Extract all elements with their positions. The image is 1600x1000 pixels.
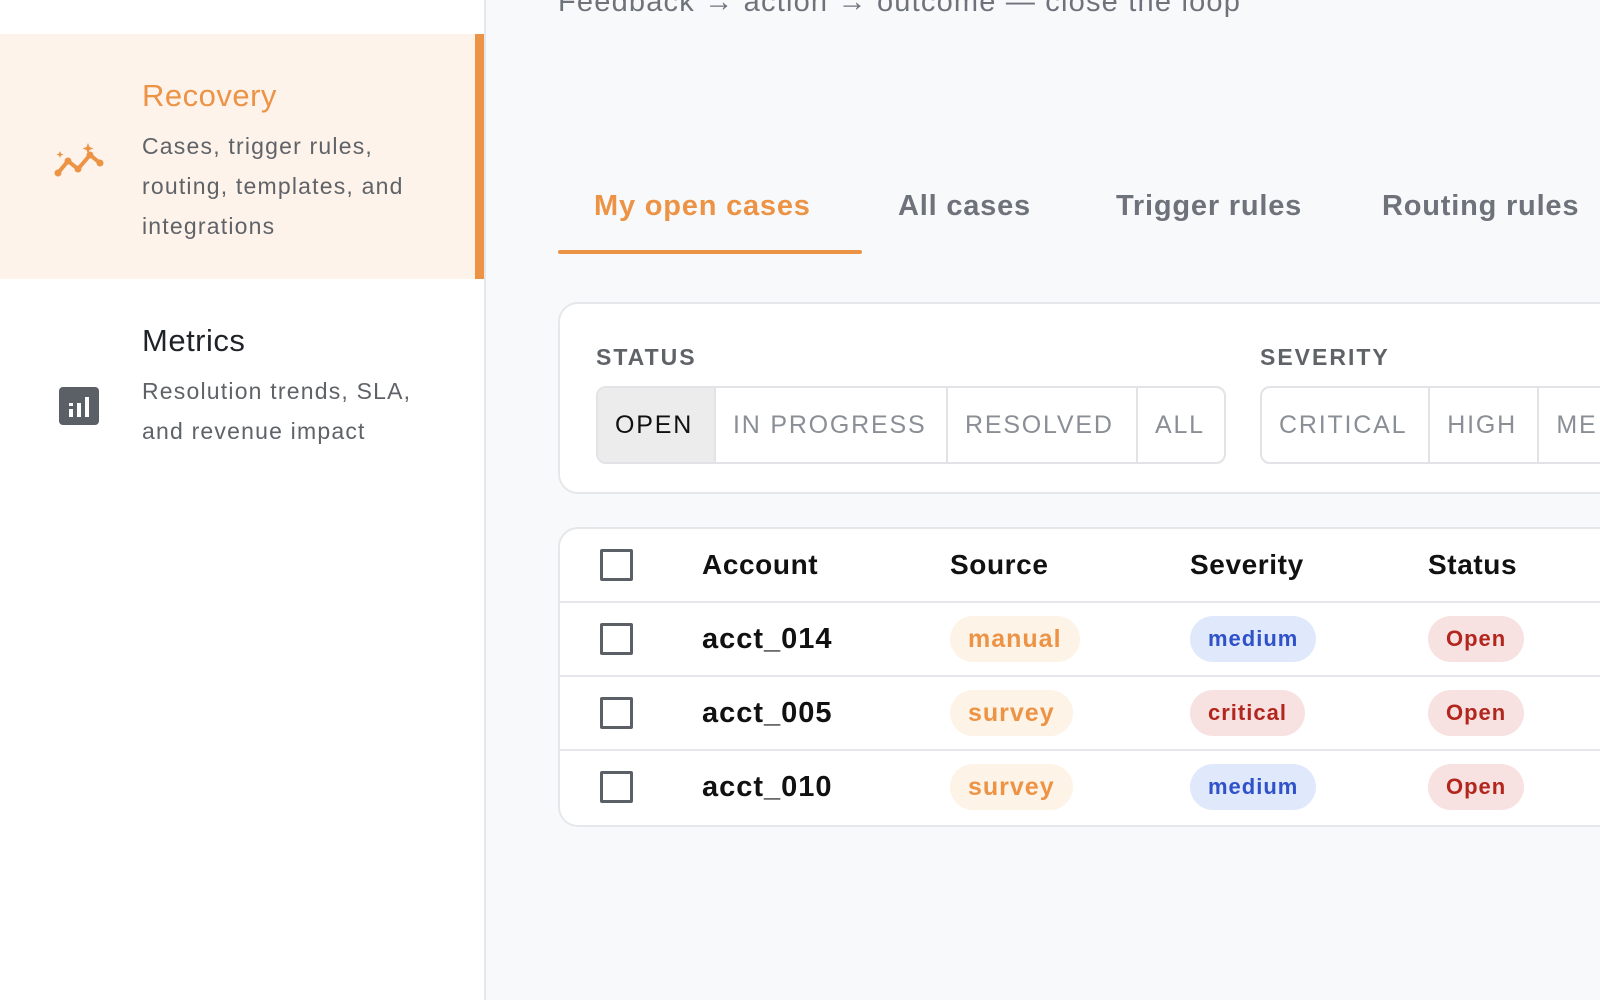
status-badge: Open [1428, 616, 1525, 662]
status-badge: Open [1428, 764, 1525, 810]
severity-filter-group: CRITICAL HIGH ME [1260, 386, 1600, 464]
account-cell[interactable]: acct_014 [702, 603, 833, 675]
severity-filter-label: SEVERITY [1260, 344, 1390, 370]
tab-trigger-rules[interactable]: Trigger rules [1116, 180, 1302, 254]
row-checkbox[interactable] [600, 771, 633, 803]
severity-filter-high[interactable]: HIGH [1430, 388, 1540, 462]
row-checkbox[interactable] [600, 697, 633, 729]
app-root: Recovery Cases, trigger rules, routing, … [0, 0, 1600, 1000]
sidebar-item-recovery[interactable]: Recovery Cases, trigger rules, routing, … [0, 34, 484, 279]
source-badge: manual [950, 616, 1080, 662]
status-filter-all[interactable]: ALL [1138, 388, 1224, 462]
table-header-row: Account Source Severity Status [560, 529, 1600, 603]
column-header-status[interactable]: Status [1428, 529, 1517, 601]
column-header-source[interactable]: Source [950, 529, 1049, 601]
sidebar-item-description: Resolution trends, SLA, and revenue impa… [142, 378, 412, 444]
status-filter-label: STATUS [596, 344, 697, 370]
severity-filter-critical[interactable]: CRITICAL [1262, 388, 1431, 462]
severity-badge: medium [1190, 764, 1317, 810]
table-row[interactable]: acct_010 survey medium Open [560, 751, 1600, 825]
tab-bar: My open cases All cases Trigger rules Ro… [558, 180, 1600, 254]
source-badge: survey [950, 764, 1073, 810]
severity-badge: medium [1190, 616, 1317, 662]
source-badge: survey [950, 690, 1073, 736]
status-filter-resolved[interactable]: RESOLVED [948, 388, 1138, 462]
row-checkbox[interactable] [600, 623, 633, 655]
main-content: Feedback → action → outcome — close the … [486, 0, 1600, 1000]
account-cell[interactable]: acct_010 [702, 751, 833, 823]
table-row[interactable]: acct_005 survey critical Open [560, 677, 1600, 751]
tab-all-cases[interactable]: All cases [898, 180, 1031, 254]
cases-table: Account Source Severity Status acct_014 … [558, 527, 1600, 827]
sparkle-trend-icon [52, 134, 106, 188]
table-row[interactable]: acct_014 manual medium Open [560, 603, 1600, 677]
severity-filter-medium[interactable]: ME [1539, 388, 1600, 462]
severity-badge: critical [1190, 690, 1305, 736]
column-header-account[interactable]: Account [702, 529, 818, 601]
select-all-checkbox[interactable] [600, 549, 633, 581]
sidebar-item-metrics[interactable]: Metrics Resolution trends, SLA, and reve… [0, 279, 484, 524]
sidebar-item-title: Recovery [142, 78, 277, 113]
tab-routing-rules[interactable]: Routing rules [1382, 180, 1579, 254]
sidebar-item-title: Metrics [142, 323, 246, 358]
sidebar-item-description: Cases, trigger rules, routing, templates… [142, 133, 404, 239]
page-subtitle: Feedback → action → outcome — close the … [558, 0, 1242, 18]
filter-panel: STATUS OPEN IN PROGRESS RESOLVED ALL SEV… [558, 302, 1600, 494]
column-header-severity[interactable]: Severity [1190, 529, 1304, 601]
status-filter-in-progress[interactable]: IN PROGRESS [716, 388, 948, 462]
account-cell[interactable]: acct_005 [702, 677, 833, 749]
bar-chart-icon [52, 379, 106, 433]
status-filter-open[interactable]: OPEN [598, 388, 716, 462]
status-badge: Open [1428, 690, 1525, 736]
tab-my-open-cases[interactable]: My open cases [558, 180, 862, 254]
sidebar: Recovery Cases, trigger rules, routing, … [0, 0, 486, 1000]
status-filter-group: OPEN IN PROGRESS RESOLVED ALL [596, 386, 1226, 464]
